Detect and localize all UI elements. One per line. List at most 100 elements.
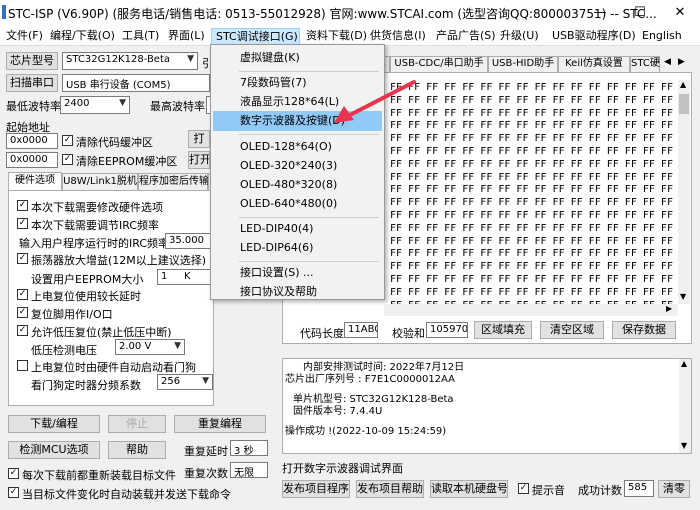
clear-count-button[interactable]: 清零 — [658, 480, 690, 498]
maximize-button[interactable]: ☐ — [620, 0, 660, 26]
watchdog-select[interactable]: 256 ▼ — [157, 374, 213, 390]
hex-row: FF FF FF FF FF FF FF FF FF FF FF FF FF F… — [390, 197, 673, 209]
title-bar: STC-ISP (V6.90P) (服务电话/销售电话: 0513-550129… — [0, 0, 700, 26]
publish-help-button[interactable]: 发布项目帮助 — [356, 480, 424, 498]
menu-bar: 文件(F) 编程/下载(O) 工具(T) 界面(L) STC调试接口(G) 资料… — [0, 26, 700, 46]
tab-stc-hw[interactable]: STC硬 — [630, 56, 660, 72]
menu-usb-driver[interactable]: USB驱动程序(D) — [548, 28, 640, 46]
scroll-up-icon[interactable]: ▲ — [680, 80, 686, 89]
scroll-down-icon[interactable]: ▼ — [681, 441, 687, 450]
open-eeprom-button[interactable]: 打开 — [188, 151, 210, 169]
reload-checkbox[interactable]: ✓ — [8, 468, 19, 479]
chip-model-button[interactable]: 芯片型号 — [6, 52, 58, 70]
menu-separator — [239, 261, 379, 262]
menu-upgrade[interactable]: 升级(U) — [496, 28, 543, 46]
window-title: STC-ISP (V6.90P) (服务电话/销售电话: 0513-550129… — [8, 7, 657, 21]
option-checkbox[interactable] — [17, 360, 28, 371]
beep-checkbox[interactable]: ✓ — [518, 483, 529, 494]
stop-button[interactable]: 停止 — [108, 415, 166, 433]
option-label: 上电复位使用较长延时 — [31, 290, 141, 303]
low-voltage-select[interactable]: 2.00 V ▼ — [115, 339, 185, 355]
hex-row: FF FF FF FF FF FF FF FF FF FF FF FF FF F… — [390, 222, 673, 234]
scroll-up-icon[interactable]: ▲ — [681, 359, 687, 368]
clear-eeprom-checkbox[interactable]: ✓ — [62, 154, 73, 165]
log-scrollbar[interactable]: ▲ ▼ — [679, 359, 691, 453]
menu-oled-128x64[interactable]: OLED-128*64(O) — [213, 137, 382, 157]
repeat-program-button[interactable]: 重复编程 — [174, 415, 266, 433]
menu-file[interactable]: 文件(F) — [2, 28, 47, 46]
option-checkbox[interactable]: ✓ — [17, 218, 28, 229]
option-checkbox[interactable]: ✓ — [17, 253, 28, 264]
scroll-down-icon[interactable]: ▼ — [680, 292, 686, 301]
option-label: 复位脚用作I/O口 — [31, 308, 113, 321]
menu-program[interactable]: 编程/下载(O) — [46, 28, 119, 46]
chevron-down-icon: ▼ — [187, 54, 194, 64]
code-address-input[interactable]: 0x0000 — [6, 133, 58, 149]
hex-row: FF FF FF FF FF FF FF FF FF FF FF FF FF F… — [390, 209, 673, 221]
menu-oled-320x240[interactable]: OLED-320*240(3) — [213, 156, 382, 176]
save-data-button[interactable]: 保存数据 — [612, 321, 676, 339]
tab-offline[interactable]: U8W/Link1脱机 — [62, 173, 138, 190]
option-label: 上电复位时由硬件自动启动看门狗 — [31, 361, 196, 374]
hex-row: FF FF FF FF FF FF FF FF FF FF FF FF FF F… — [390, 248, 673, 260]
menu-oled-640x480[interactable]: OLED-640*480(0) — [213, 194, 382, 214]
eeprom-size-select[interactable]: 1 K — [157, 269, 213, 285]
menu-english[interactable]: English — [638, 28, 686, 46]
scroll-thumb[interactable] — [679, 94, 689, 114]
tab-hardware-options[interactable]: 硬件选项 — [8, 172, 62, 190]
log-line: 操作成功 !(2022-10-09 15:24:59) — [285, 426, 447, 437]
chip-model-select[interactable]: STC32G12K128-Beta ▼ — [62, 52, 198, 70]
minimize-button[interactable]: — — [580, 0, 620, 26]
menu-interface-settings[interactable]: 接口设置(S) ... — [213, 263, 382, 283]
read-disk-id-button[interactable]: 读取本机硬盘号 — [430, 480, 508, 498]
chevron-down-icon: ▼ — [119, 98, 126, 108]
tab-left-arrow-icon[interactable]: ◀ — [664, 57, 671, 67]
tab-usb-cdc[interactable]: USB-CDC/串口助手 — [390, 56, 488, 72]
horizontal-scrollbar[interactable]: ▶ — [384, 304, 678, 316]
publish-program-button[interactable]: 发布项目程序 — [282, 480, 350, 498]
min-baud-select[interactable]: 2400 ▼ — [60, 96, 130, 114]
tab-keil[interactable]: Keil仿真设置 — [558, 56, 630, 72]
eeprom-size-value: 1 — [161, 271, 168, 282]
reload-label: 每次下载前都重新装载目标文件 — [22, 469, 176, 482]
eeprom-address-input[interactable]: 0x0000 — [6, 152, 58, 168]
auto-send-checkbox[interactable]: ✓ — [8, 487, 19, 498]
close-button[interactable]: ✕ — [660, 0, 700, 26]
menu-tools[interactable]: 工具(T) — [118, 28, 163, 46]
menu-interface[interactable]: 界面(L) — [164, 28, 209, 46]
menu-ads[interactable]: 产品广告(S) — [432, 28, 500, 46]
option-checkbox[interactable]: ✓ — [17, 325, 28, 336]
menu-oled-480x320[interactable]: OLED-480*320(8) — [213, 175, 382, 195]
menu-virtual-keyboard[interactable]: 虚拟键盘(K) — [213, 48, 382, 68]
option-checkbox[interactable]: ✓ — [17, 200, 28, 211]
detect-mcu-button[interactable]: 检测MCU选项 — [8, 441, 100, 459]
scroll-right-icon[interactable]: ▶ — [666, 304, 672, 313]
option-checkbox[interactable]: ✓ — [17, 307, 28, 318]
tab-encrypt[interactable]: 程序加密后传输 — [138, 173, 209, 190]
checksum-value: 1059701 — [426, 322, 468, 338]
irc-frequency-input[interactable]: 35.000 — [165, 233, 211, 249]
scan-port-button[interactable]: 扫描串口 — [6, 74, 58, 92]
tab-usb-hid[interactable]: USB-HID助手 — [488, 56, 558, 72]
open-program-button[interactable]: 打 — [188, 130, 210, 148]
vertical-scrollbar[interactable]: ▲ ▼ — [678, 80, 690, 304]
eeprom-size-unit: K — [184, 271, 191, 282]
help-button[interactable]: 帮助 — [108, 441, 166, 459]
port-select[interactable]: USB 串行设备 (COM5) — [62, 74, 210, 92]
download-program-button[interactable]: 下载/编程 — [8, 415, 100, 433]
repeat-count-select[interactable]: 无限 — [230, 462, 268, 478]
menu-led-dip40[interactable]: LED-DIP40(4) — [213, 219, 382, 239]
option-checkbox[interactable]: ✓ — [17, 289, 28, 300]
hex-row: FF FF FF FF FF FF FF FF FF FF FF FF FF F… — [390, 171, 673, 183]
repeat-delay-select[interactable]: 3 秒 — [230, 440, 268, 456]
irc-label: 输入用户程序运行时的IRC频率 — [19, 237, 170, 250]
hex-row: FF FF FF FF FF FF FF FF FF FF FF FF FF F… — [390, 158, 673, 170]
tab-right-arrow-icon[interactable]: ▶ — [678, 57, 685, 67]
clear-area-button[interactable]: 清空区域 — [540, 321, 604, 339]
clear-code-checkbox[interactable]: ✓ — [62, 135, 73, 146]
option-label: 本次下载需要调节IRC频率 — [31, 219, 160, 232]
fill-area-button[interactable]: 区域填充 — [474, 321, 532, 339]
option-label: 振荡器放大增益(12M以上建议选择) — [31, 254, 207, 267]
menu-protocol-help[interactable]: 接口协议及帮助 — [213, 282, 382, 302]
menu-led-dip64[interactable]: LED-DIP64(6) — [213, 238, 382, 258]
